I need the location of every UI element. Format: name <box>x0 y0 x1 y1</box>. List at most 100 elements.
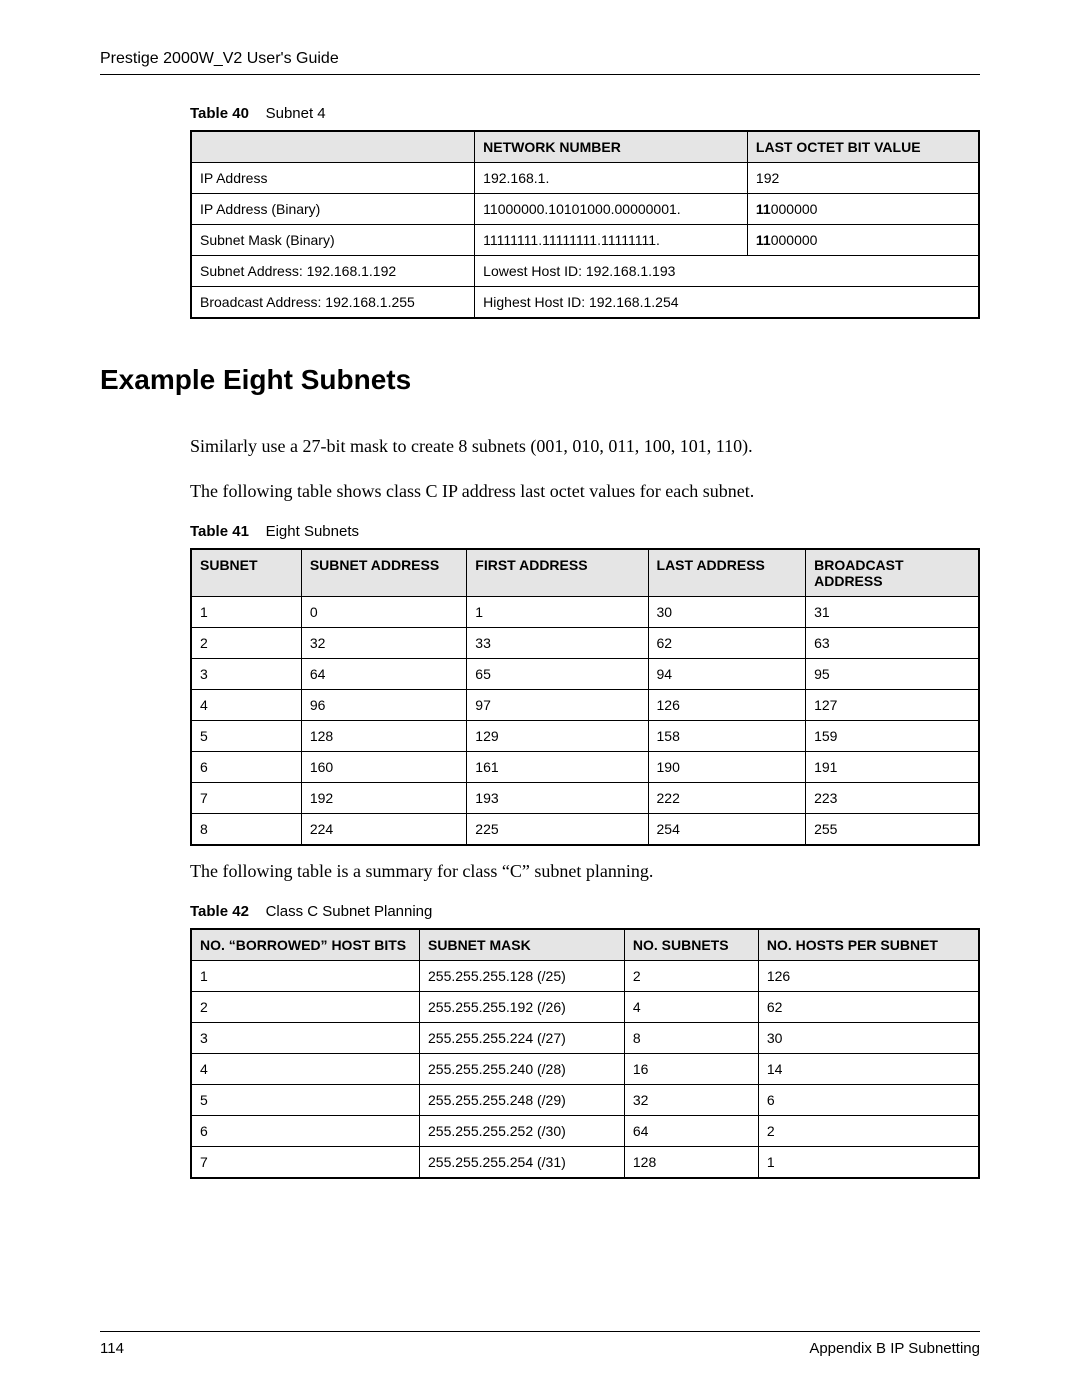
footer: 114 Appendix B IP Subnetting <box>100 1311 980 1357</box>
cell: 255.255.255.224 (/27) <box>420 1023 625 1054</box>
cell: 160 <box>301 752 466 783</box>
table-row: 6255.255.255.252 (/30)642 <box>191 1116 979 1147</box>
t42-h4: NO. HOSTS PER SUBNET <box>758 929 979 961</box>
cell: 14 <box>758 1054 979 1085</box>
cell: 11000000 <box>747 225 979 256</box>
paragraph: The following table is a summary for cla… <box>190 858 980 885</box>
cell: 7 <box>191 783 301 814</box>
paragraph: The following table shows class C IP add… <box>190 478 980 505</box>
cell: 8 <box>624 1023 758 1054</box>
cell: 3 <box>191 1023 420 1054</box>
table-row: Subnet Mask (Binary) 11111111.11111111.1… <box>191 225 979 256</box>
table-row: 364659495 <box>191 659 979 690</box>
page-number: 114 <box>100 1340 124 1357</box>
cell: 5 <box>191 1085 420 1116</box>
table40-caption: Table 40 Subnet 4 <box>190 105 980 122</box>
bold-prefix: 11 <box>756 232 771 248</box>
cell: 62 <box>758 992 979 1023</box>
cell: 4 <box>191 690 301 721</box>
cell: 223 <box>806 783 979 814</box>
cell: 192 <box>301 783 466 814</box>
cell: Broadcast Address: 192.168.1.255 <box>191 287 475 319</box>
table42-caption-label: Table 42 <box>190 903 249 920</box>
cell: 30 <box>758 1023 979 1054</box>
cell: 190 <box>648 752 806 783</box>
table-row: 232336263 <box>191 628 979 659</box>
cell: 192 <box>747 163 979 194</box>
paragraph: Similarly use a 27-bit mask to create 8 … <box>190 433 980 460</box>
t42-h3: NO. SUBNETS <box>624 929 758 961</box>
table40-caption-label: Table 40 <box>190 105 249 122</box>
table-row: 3255.255.255.224 (/27)830 <box>191 1023 979 1054</box>
table-row: 2255.255.255.192 (/26)462 <box>191 992 979 1023</box>
table41-caption-label: Table 41 <box>190 523 249 540</box>
cell: 127 <box>806 690 979 721</box>
table41: SUBNET SUBNET ADDRESS FIRST ADDRESS LAST… <box>190 548 980 846</box>
t41-h3: FIRST ADDRESS <box>467 549 648 597</box>
cell: Subnet Address: 192.168.1.192 <box>191 256 475 287</box>
table40: NETWORK NUMBER LAST OCTET BIT VALUE IP A… <box>190 130 980 319</box>
cell: 5 <box>191 721 301 752</box>
table-row: Subnet Address: 192.168.1.192 Lowest Hos… <box>191 256 979 287</box>
cell: 32 <box>624 1085 758 1116</box>
cell: 2 <box>191 628 301 659</box>
cell: 8 <box>191 814 301 846</box>
table-row: 6160161190191 <box>191 752 979 783</box>
cell: 11000000 <box>747 194 979 225</box>
cell: 62 <box>648 628 806 659</box>
cell: 11111111.11111111.11111111. <box>475 225 748 256</box>
cell: 64 <box>624 1116 758 1147</box>
table-row: 1255.255.255.128 (/25)2126 <box>191 961 979 992</box>
cell: 128 <box>301 721 466 752</box>
cell: 95 <box>806 659 979 690</box>
table42-caption-text: Class C Subnet Planning <box>266 903 433 920</box>
table-row: IP Address 192.168.1. 192 <box>191 163 979 194</box>
cell: 2 <box>758 1116 979 1147</box>
cell: 158 <box>648 721 806 752</box>
cell: 2 <box>624 961 758 992</box>
cell: 161 <box>467 752 648 783</box>
cell: Lowest Host ID: 192.168.1.193 <box>475 256 979 287</box>
footer-section: Appendix B IP Subnetting <box>809 1340 980 1357</box>
cell: 222 <box>648 783 806 814</box>
cell: 16 <box>624 1054 758 1085</box>
table-row: 4255.255.255.240 (/28)1614 <box>191 1054 979 1085</box>
table40-caption-text: Subnet 4 <box>266 105 326 122</box>
table41-caption: Table 41 Eight Subnets <box>190 523 980 540</box>
cell: Subnet Mask (Binary) <box>191 225 475 256</box>
table41-caption-text: Eight Subnets <box>266 523 359 540</box>
cell: 0 <box>301 597 466 628</box>
t41-h5: BROADCAST ADDRESS <box>806 549 979 597</box>
table-row: 1013031 <box>191 597 979 628</box>
table42-header-row: NO. “BORROWED” HOST BITS SUBNET MASK NO.… <box>191 929 979 961</box>
cell: 6 <box>758 1085 979 1116</box>
cell: 30 <box>648 597 806 628</box>
cell: 126 <box>758 961 979 992</box>
cell: IP Address (Binary) <box>191 194 475 225</box>
cell: 94 <box>648 659 806 690</box>
table-row: 7192193222223 <box>191 783 979 814</box>
table-row: Broadcast Address: 192.168.1.255 Highest… <box>191 287 979 319</box>
cell: 6 <box>191 1116 420 1147</box>
table-row: IP Address (Binary) 11000000.10101000.00… <box>191 194 979 225</box>
cell: 128 <box>624 1147 758 1179</box>
table40-h-blank <box>191 131 475 163</box>
cell: 126 <box>648 690 806 721</box>
rest: 000000 <box>771 232 818 248</box>
table41-header-row: SUBNET SUBNET ADDRESS FIRST ADDRESS LAST… <box>191 549 979 597</box>
cell: 7 <box>191 1147 420 1179</box>
cell: 1 <box>467 597 648 628</box>
cell: 255 <box>806 814 979 846</box>
rest: 000000 <box>771 201 818 217</box>
t41-h2: SUBNET ADDRESS <box>301 549 466 597</box>
cell: 193 <box>467 783 648 814</box>
cell: 255.255.255.192 (/26) <box>420 992 625 1023</box>
cell: 63 <box>806 628 979 659</box>
cell: 1 <box>191 597 301 628</box>
cell: 33 <box>467 628 648 659</box>
table-row: 5128129158159 <box>191 721 979 752</box>
table40-header-row: NETWORK NUMBER LAST OCTET BIT VALUE <box>191 131 979 163</box>
cell: 191 <box>806 752 979 783</box>
cell: 192.168.1. <box>475 163 748 194</box>
t42-h2: SUBNET MASK <box>420 929 625 961</box>
